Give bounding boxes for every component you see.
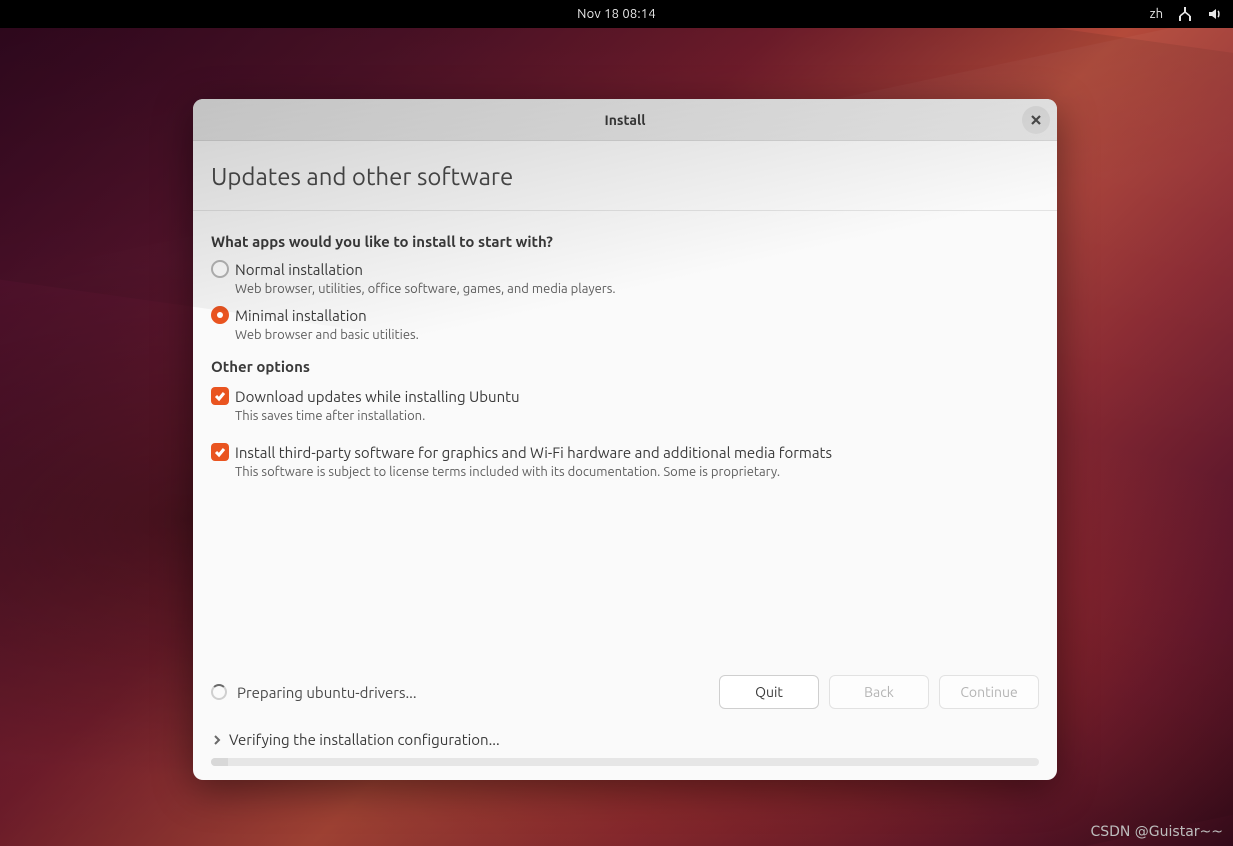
checkbox-thirdparty[interactable] bbox=[211, 443, 229, 461]
clock: Nov 18 08:14 bbox=[577, 7, 656, 21]
ime-indicator[interactable]: zh bbox=[1150, 7, 1163, 21]
status-icons: zh bbox=[1150, 0, 1223, 28]
status-text: Preparing ubuntu-drivers... bbox=[237, 684, 417, 701]
install-question: What apps would you like to install to s… bbox=[211, 233, 1039, 250]
checkbox-updates[interactable] bbox=[211, 387, 229, 405]
status-area: Preparing ubuntu-drivers... bbox=[211, 684, 709, 701]
chevron-right-icon bbox=[211, 734, 223, 746]
progress-fill bbox=[211, 758, 228, 766]
option-normal[interactable]: Normal installation bbox=[211, 260, 1039, 278]
desktop-wallpaper: Install Updates and other software What … bbox=[0, 28, 1233, 846]
footer-row: Preparing ubuntu-drivers... Quit Back Co… bbox=[211, 675, 1039, 731]
installer-window: Install Updates and other software What … bbox=[193, 99, 1057, 780]
progress-bar bbox=[211, 758, 1039, 766]
quit-button[interactable]: Quit bbox=[719, 675, 819, 709]
top-bar: Nov 18 08:14 zh bbox=[0, 0, 1233, 28]
option-normal-label: Normal installation bbox=[235, 261, 363, 278]
spinner-icon bbox=[211, 684, 227, 700]
check-updates-row[interactable]: Download updates while installing Ubuntu bbox=[211, 387, 1039, 405]
radio-minimal[interactable] bbox=[211, 306, 229, 324]
check-updates-desc: This saves time after installation. bbox=[235, 409, 1039, 423]
check-thirdparty-desc: This software is subject to license term… bbox=[235, 465, 1039, 479]
radio-normal[interactable] bbox=[211, 260, 229, 278]
option-normal-desc: Web browser, utilities, office software,… bbox=[235, 282, 1039, 296]
page-heading: Updates and other software bbox=[211, 163, 1039, 190]
option-minimal[interactable]: Minimal installation bbox=[211, 306, 1039, 324]
back-button[interactable]: Back bbox=[829, 675, 929, 709]
content-area: Updates and other software What apps wou… bbox=[193, 141, 1057, 780]
continue-button-label: Continue bbox=[960, 684, 1017, 700]
check-thirdparty-label: Install third-party software for graphic… bbox=[235, 444, 832, 461]
network-icon[interactable] bbox=[1177, 6, 1193, 22]
check-thirdparty-row[interactable]: Install third-party software for graphic… bbox=[211, 443, 1039, 461]
other-options-label: Other options bbox=[211, 358, 1039, 375]
expand-verify-label: Verifying the installation configuration… bbox=[229, 731, 500, 748]
back-button-label: Back bbox=[864, 684, 894, 700]
quit-button-label: Quit bbox=[755, 684, 783, 700]
titlebar: Install bbox=[193, 99, 1057, 141]
volume-icon[interactable] bbox=[1207, 6, 1223, 22]
close-button[interactable] bbox=[1022, 106, 1050, 134]
expand-verify[interactable]: Verifying the installation configuration… bbox=[211, 731, 1039, 758]
window-title: Install bbox=[605, 112, 646, 128]
option-minimal-label: Minimal installation bbox=[235, 307, 367, 324]
option-minimal-desc: Web browser and basic utilities. bbox=[235, 328, 1039, 342]
divider bbox=[193, 210, 1057, 211]
watermark: CSDN @Guistar~~ bbox=[1090, 824, 1223, 840]
continue-button[interactable]: Continue bbox=[939, 675, 1039, 709]
check-updates-label: Download updates while installing Ubuntu bbox=[235, 388, 520, 405]
